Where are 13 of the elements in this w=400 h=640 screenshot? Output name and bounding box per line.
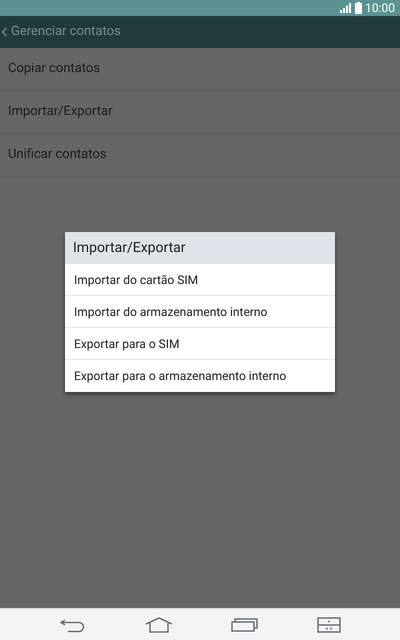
menu-icon[interactable] [317, 616, 341, 632]
dialog-option[interactable]: Importar do cartão SIM [65, 264, 335, 296]
battery-icon [355, 2, 362, 14]
home-icon[interactable] [145, 616, 173, 632]
status-time: 10:00 [365, 2, 395, 14]
chevron-left-icon [1, 27, 8, 37]
recent-apps-icon[interactable] [231, 616, 259, 632]
signal-icon [340, 3, 352, 13]
dialog-title: Importar/Exportar [65, 232, 335, 264]
dialog-option[interactable]: Importar do armazenamento interno [65, 296, 335, 328]
dialog-option[interactable]: Exportar para o SIM [65, 328, 335, 360]
back-icon[interactable] [59, 616, 87, 632]
dialog-option[interactable]: Exportar para o armazenamento interno [65, 360, 335, 392]
